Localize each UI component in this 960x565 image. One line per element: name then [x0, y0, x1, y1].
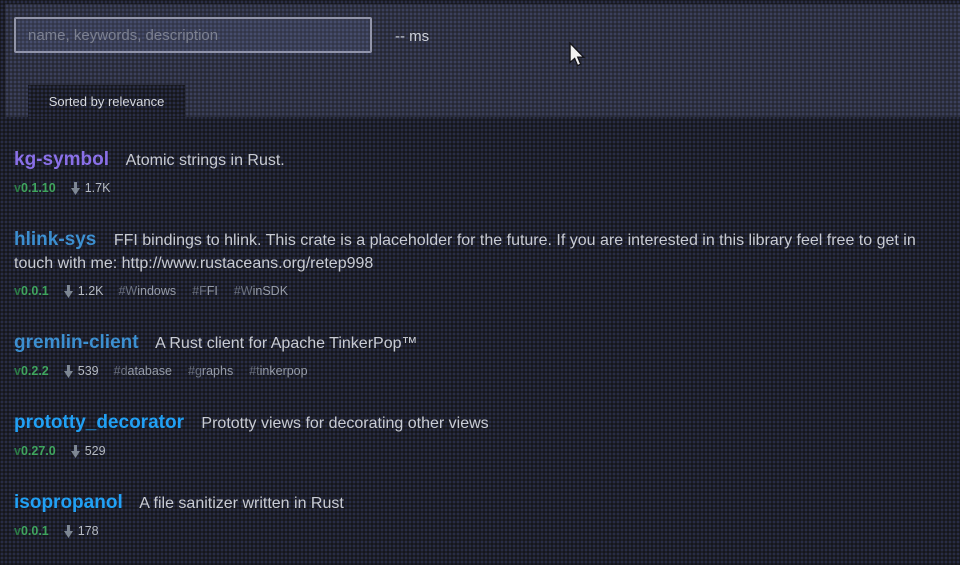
crate-description: FFI bindings to hlink. This crate is a p… [14, 232, 916, 272]
download-icon [71, 182, 80, 195]
crate-tag[interactable]: #Windows [118, 284, 176, 298]
crate-name-link[interactable]: hlink-sys [14, 229, 96, 250]
crate-result-row: isopropanol A file sanitizer written in … [14, 491, 924, 538]
crate-title-line: gremlin-client A Rust client for Apache … [14, 331, 924, 355]
download-icon [64, 365, 73, 378]
download-icon [64, 285, 73, 298]
crate-downloads: 1.2K [64, 284, 104, 298]
crate-tag[interactable]: #database [114, 364, 172, 378]
crate-title-line: kg-symbol Atomic strings in Rust. [14, 148, 924, 172]
crate-meta-row: v0.0.1 1.2K #Windows #FFI #WinSDK [14, 284, 924, 298]
crate-downloads: 1.7K [71, 181, 111, 195]
crate-tag[interactable]: #tinkerpop [249, 364, 307, 378]
crate-tags: #database #graphs #tinkerpop [114, 364, 308, 378]
crate-name-link[interactable]: prototty_decorator [14, 412, 184, 433]
crate-description: Atomic strings in Rust. [126, 152, 285, 169]
download-count: 1.2K [78, 284, 104, 298]
crate-version: v0.2.2 [14, 364, 49, 378]
crate-tag[interactable]: #WinSDK [234, 284, 288, 298]
crate-name-link[interactable]: isopropanol [14, 492, 123, 513]
download-icon [64, 525, 73, 538]
crate-title-line: isopropanol A file sanitizer written in … [14, 491, 924, 515]
crate-description: A Rust client for Apache TinkerPop™ [155, 335, 417, 352]
results-list: kg-symbol Atomic strings in Rust. v0.1.1… [0, 117, 960, 565]
crate-meta-row: v0.27.0 529 [14, 444, 924, 458]
crate-title-line: prototty_decorator Prototty views for de… [14, 411, 924, 435]
crate-version: v0.1.10 [14, 181, 56, 195]
crate-description: Prototty views for decorating other view… [201, 415, 488, 432]
crate-tag[interactable]: #graphs [188, 364, 233, 378]
tab-label: Sorted by relevance [49, 94, 165, 109]
download-count: 1.7K [85, 181, 111, 195]
download-icon [71, 445, 80, 458]
crate-downloads: 178 [64, 524, 99, 538]
crate-description: A file sanitizer written in Rust [139, 495, 344, 512]
crate-search-page: -- ms Sorted by relevance kg-symbol Atom… [0, 0, 960, 565]
crate-result-row: gremlin-client A Rust client for Apache … [14, 331, 924, 378]
crate-result-row: hlink-sys FFI bindings to hlink. This cr… [14, 228, 924, 298]
crate-result-row: prototty_decorator Prototty views for de… [14, 411, 924, 458]
crate-tag[interactable]: #FFI [192, 284, 218, 298]
crate-meta-row: v0.2.2 539 #database #graphs #tinkerpop [14, 364, 924, 378]
download-count: 529 [85, 444, 106, 458]
crate-meta-row: v0.1.10 1.7K [14, 181, 924, 195]
crate-version: v0.0.1 [14, 284, 49, 298]
mouse-arrow-cursor [568, 42, 586, 68]
crate-name-link[interactable]: gremlin-client [14, 332, 139, 353]
crate-title-line: hlink-sys FFI bindings to hlink. This cr… [14, 228, 924, 275]
tab-sorted-by-relevance[interactable]: Sorted by relevance [28, 85, 185, 117]
crate-meta-row: v0.0.1 178 [14, 524, 924, 538]
crate-tags: #Windows #FFI #WinSDK [118, 284, 288, 298]
crate-result-row: kg-symbol Atomic strings in Rust. v0.1.1… [14, 148, 924, 195]
download-count: 178 [78, 524, 99, 538]
search-input[interactable] [14, 17, 372, 53]
crate-version: v0.0.1 [14, 524, 49, 538]
crate-version: v0.27.0 [14, 444, 56, 458]
crate-name-link[interactable]: kg-symbol [14, 149, 109, 170]
crate-downloads: 529 [71, 444, 106, 458]
download-count: 539 [78, 364, 99, 378]
search-timing-label: -- ms [395, 28, 429, 45]
crate-downloads: 539 [64, 364, 99, 378]
